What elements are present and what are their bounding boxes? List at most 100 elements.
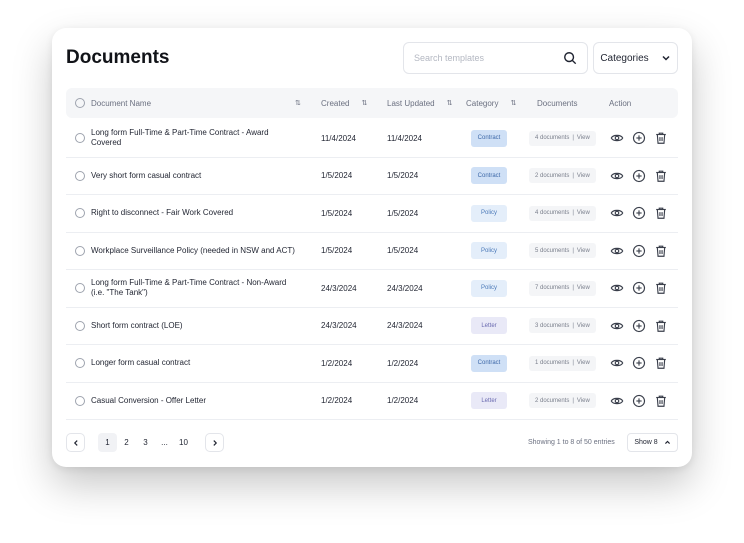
- trash-icon[interactable]: [654, 131, 668, 145]
- page-button[interactable]: 2: [117, 433, 136, 452]
- sort-icon[interactable]: ⇅: [295, 88, 301, 118]
- eye-icon[interactable]: [610, 394, 624, 408]
- table-row[interactable]: Workplace Surveillance Policy (needed in…: [66, 233, 678, 270]
- entries-summary: Showing 1 to 8 of 50 entries: [528, 439, 615, 446]
- chevron-left-icon: [73, 439, 78, 446]
- documents-count: 3 documents | View: [529, 318, 596, 334]
- page-button[interactable]: 3: [136, 433, 155, 452]
- row-checkbox[interactable]: [75, 308, 85, 345]
- documents-count: 2 documents | View: [529, 393, 596, 409]
- view-documents-link[interactable]: View: [577, 360, 590, 366]
- add-circle-icon[interactable]: [632, 206, 646, 220]
- trash-icon[interactable]: [654, 319, 668, 333]
- table-row[interactable]: Right to disconnect - Fair Work Covered …: [66, 195, 678, 233]
- view-documents-link[interactable]: View: [577, 323, 590, 329]
- row-checkbox[interactable]: [75, 270, 85, 307]
- document-name[interactable]: Longer form casual contract: [91, 345, 296, 382]
- add-circle-icon[interactable]: [632, 356, 646, 370]
- row-checkbox[interactable]: [75, 383, 85, 420]
- trash-icon[interactable]: [654, 169, 668, 183]
- document-name[interactable]: Long form Full-Time & Part-Time Contract…: [91, 270, 296, 307]
- created-date: 1/5/2024: [321, 208, 353, 218]
- created-date: 1/2/2024: [321, 358, 353, 368]
- search-icon[interactable]: [563, 51, 577, 65]
- trash-icon[interactable]: [654, 356, 668, 370]
- eye-icon[interactable]: [610, 131, 624, 145]
- eye-icon[interactable]: [610, 281, 624, 295]
- document-name[interactable]: Casual Conversion - Offer Letter: [91, 383, 296, 420]
- add-circle-icon[interactable]: [632, 394, 646, 408]
- table-row[interactable]: Long form Full-Time & Part-Time Contract…: [66, 120, 678, 158]
- eye-icon[interactable]: [610, 244, 624, 258]
- add-circle-icon[interactable]: [632, 169, 646, 183]
- chevron-down-icon: [661, 53, 671, 63]
- page-list: 1 2 3... 10: [98, 433, 193, 452]
- trash-icon[interactable]: [654, 244, 668, 258]
- add-circle-icon[interactable]: [632, 131, 646, 145]
- select-all-checkbox[interactable]: [75, 88, 85, 118]
- column-header-updated[interactable]: Last Updated ⇅: [387, 88, 452, 118]
- documents-card: Documents Search templates Categories Do…: [52, 28, 692, 467]
- table-row[interactable]: Very short form casual contract 1/5/2024…: [66, 158, 678, 195]
- category-badge: Contract: [471, 167, 507, 185]
- view-documents-link[interactable]: View: [577, 135, 590, 141]
- documents-count: 4 documents | View: [529, 205, 596, 221]
- add-circle-icon[interactable]: [632, 244, 646, 258]
- add-circle-icon[interactable]: [632, 319, 646, 333]
- page-ellipsis: ...: [161, 438, 168, 447]
- page-button[interactable]: 10: [174, 433, 193, 452]
- trash-icon[interactable]: [654, 206, 668, 220]
- eye-icon[interactable]: [610, 319, 624, 333]
- column-header-created[interactable]: Created ⇅: [321, 88, 367, 118]
- updated-date: 1/2/2024: [387, 396, 419, 406]
- view-documents-link[interactable]: View: [577, 173, 590, 179]
- column-header-action: Action: [609, 98, 632, 108]
- category-badge: Policy: [471, 242, 507, 260]
- table-row[interactable]: Short form contract (LOE) 24/3/2024 24/3…: [66, 308, 678, 345]
- trash-icon[interactable]: [654, 394, 668, 408]
- document-name[interactable]: Right to disconnect - Fair Work Covered: [91, 195, 296, 232]
- sort-icon: ⇅: [361, 99, 368, 107]
- page-button[interactable]: 1: [98, 433, 117, 452]
- documents-count: 1 documents | View: [529, 355, 596, 371]
- search-placeholder: Search templates: [414, 53, 485, 63]
- row-checkbox[interactable]: [75, 195, 85, 232]
- document-name[interactable]: Very short form casual contract: [91, 158, 296, 195]
- row-checkbox[interactable]: [75, 233, 85, 270]
- eye-icon[interactable]: [610, 356, 624, 370]
- view-documents-link[interactable]: View: [577, 210, 590, 216]
- search-input[interactable]: Search templates: [403, 42, 588, 74]
- page-title: Documents: [66, 47, 170, 68]
- document-name[interactable]: Workplace Surveillance Policy (needed in…: [91, 233, 296, 270]
- row-checkbox[interactable]: [75, 158, 85, 195]
- row-checkbox[interactable]: [75, 120, 85, 157]
- document-name[interactable]: Short form contract (LOE): [91, 308, 296, 345]
- eye-icon[interactable]: [610, 206, 624, 220]
- view-documents-link[interactable]: View: [577, 398, 590, 404]
- row-checkbox[interactable]: [75, 345, 85, 382]
- documents-count: 4 documents | View: [529, 130, 596, 146]
- documents-count-label: 4 documents: [535, 135, 570, 142]
- view-documents-link[interactable]: View: [577, 248, 590, 254]
- column-header-category[interactable]: Category ⇅: [466, 88, 516, 118]
- document-name[interactable]: Long form Full-Time & Part-Time Contract…: [91, 120, 296, 157]
- table-row[interactable]: Long form Full-Time & Part-Time Contract…: [66, 270, 678, 308]
- page-size-label: Show 8: [634, 439, 658, 446]
- table-row[interactable]: Casual Conversion - Offer Letter 1/2/202…: [66, 383, 678, 420]
- documents-count: 2 documents | View: [529, 168, 596, 184]
- table-row[interactable]: Longer form casual contract 1/2/2024 1/2…: [66, 345, 678, 383]
- next-page-button[interactable]: [205, 433, 224, 452]
- documents-count-label: 3 documents: [535, 322, 570, 329]
- column-header-name[interactable]: Document Name: [91, 88, 151, 118]
- page-size-select[interactable]: Show 8: [627, 433, 678, 452]
- view-documents-link[interactable]: View: [577, 285, 590, 291]
- documents-count-label: 2 documents: [535, 397, 570, 404]
- add-circle-icon[interactable]: [632, 281, 646, 295]
- categories-label: Categories: [600, 52, 649, 64]
- updated-date: 11/4/2024: [387, 133, 422, 143]
- categories-dropdown[interactable]: Categories: [593, 42, 678, 74]
- trash-icon[interactable]: [654, 281, 668, 295]
- prev-page-button[interactable]: [66, 433, 85, 452]
- created-date: 1/2/2024: [321, 396, 353, 406]
- eye-icon[interactable]: [610, 169, 624, 183]
